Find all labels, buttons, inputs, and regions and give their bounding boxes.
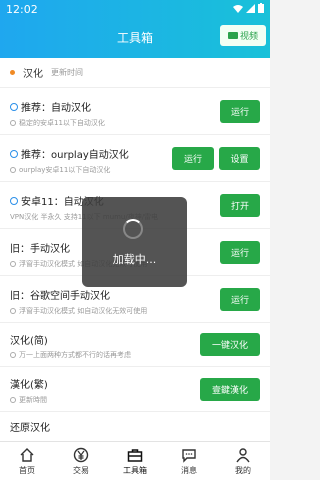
info-icon	[10, 352, 16, 358]
item-subtitle: ourplay安卓11以下自动汉化	[10, 165, 110, 175]
section-name: 汉化	[23, 69, 43, 80]
item-title: 推荐：ourplay自动汉化	[10, 146, 129, 161]
item-subtitle-text: ourplay安卓11以下自动汉化	[19, 166, 111, 174]
section-header: 汉化 更新时间	[0, 58, 270, 88]
settings-button[interactable]: 设置	[219, 147, 260, 170]
item-subtitle-text: 更新時間	[19, 396, 47, 404]
run-button[interactable]: 运行	[172, 147, 214, 170]
item-title: 旧：谷歌空间手动汉化	[10, 287, 110, 302]
item-subtitle: 浮窗手动汉化模式 如自动汉化无效可使用	[10, 306, 147, 316]
item-title-text: 汉化(简)	[10, 336, 48, 347]
section-dot-icon	[10, 70, 15, 75]
battery-icon	[258, 3, 264, 13]
one-click-translate-button[interactable]: 一键汉化	[200, 333, 260, 356]
loading-toast: 加载中...	[82, 197, 187, 287]
item-title-text: 推荐：自动汉化	[21, 103, 91, 114]
item-title: 推荐：自动汉化	[10, 99, 91, 114]
run-button[interactable]: 运行	[220, 241, 260, 264]
list-item: 汉化(简) 万一上面两种方式都不行的话再考虑 一键汉化	[0, 323, 270, 367]
status-time: 12:02	[6, 3, 38, 16]
info-icon	[10, 397, 16, 403]
section-time: 更新时间	[51, 68, 83, 77]
home-icon	[20, 447, 34, 462]
spinner-icon	[123, 219, 143, 239]
chat-icon	[10, 149, 18, 158]
info-icon	[10, 120, 16, 126]
open-button[interactable]: 打开	[220, 194, 260, 217]
video-button-label: 视频	[239, 32, 258, 42]
signal-icon	[246, 3, 255, 13]
one-click-translate-trad-button[interactable]: 壹鍵漢化	[200, 378, 260, 401]
item-title-text: 漢化(繁)	[10, 380, 48, 391]
item-title: 还原汉化	[10, 419, 50, 434]
toolbox-icon	[127, 448, 143, 462]
bottom-nav: 首页 交易 工具箱 消息 我的	[0, 441, 270, 480]
nav-label: 首页	[19, 465, 35, 475]
item-title: 旧：手动汉化	[10, 240, 70, 255]
nav-label: 交易	[73, 465, 89, 475]
nav-label: 工具箱	[123, 465, 147, 475]
nav-home[interactable]: 首页	[0, 442, 54, 480]
nav-profile[interactable]: 我的	[216, 442, 270, 480]
nav-messages[interactable]: 消息	[162, 442, 216, 480]
item-title-text: 旧：手动汉化	[10, 244, 70, 255]
item-subtitle-text: 万一上面两种方式都不行的话再考虑	[19, 351, 131, 359]
vpn-icon	[10, 196, 18, 205]
list-item: 推荐：ourplay自动汉化 ourplay安卓11以下自动汉化 运行 设置	[0, 135, 270, 182]
item-title-text: 旧：谷歌空间手动汉化	[10, 291, 110, 302]
list-item: 漢化(繁) 更新時間 壹鍵漢化	[0, 367, 270, 412]
loading-text: 加载中...	[112, 253, 157, 266]
item-title-text: 推荐：ourplay自动汉化	[21, 150, 129, 161]
nav-toolbox[interactable]: 工具箱	[108, 442, 162, 480]
status-bar: 12:02	[0, 0, 270, 20]
item-subtitle: 稳定的安卓11以下自动汉化	[10, 118, 105, 128]
app-header: 12:02 工具箱 视频	[0, 0, 270, 58]
video-icon	[227, 32, 238, 39]
run-button[interactable]: 运行	[220, 100, 260, 123]
item-title: 漢化(繁)	[10, 376, 48, 391]
item-subtitle: 更新時間	[10, 395, 47, 405]
message-icon	[182, 448, 196, 463]
list-item: 推荐：自动汉化 稳定的安卓11以下自动汉化 运行	[0, 88, 270, 135]
run-button[interactable]: 运行	[220, 288, 260, 311]
status-icons	[233, 3, 264, 13]
item-title-text: 还原汉化	[10, 423, 50, 434]
list-item: 还原汉化	[0, 412, 270, 441]
item-title: 汉化(简)	[10, 332, 48, 347]
info-icon	[10, 308, 16, 314]
nav-label: 我的	[235, 465, 251, 475]
yen-icon	[73, 447, 89, 462]
item-subtitle-text: 浮窗手动汉化模式 如自动汉化无效可使用	[19, 307, 148, 315]
play-icon	[10, 102, 18, 111]
item-subtitle: 万一上面两种方式都不行的话再考虑	[10, 350, 131, 360]
user-icon	[236, 447, 250, 462]
video-button[interactable]: 视频	[220, 25, 266, 46]
info-icon	[10, 167, 16, 173]
nav-label: 消息	[181, 465, 197, 475]
nav-trade[interactable]: 交易	[54, 442, 108, 480]
item-subtitle-text: 稳定的安卓11以下自动汉化	[19, 119, 105, 127]
info-icon	[10, 261, 16, 267]
wifi-icon	[233, 4, 243, 13]
